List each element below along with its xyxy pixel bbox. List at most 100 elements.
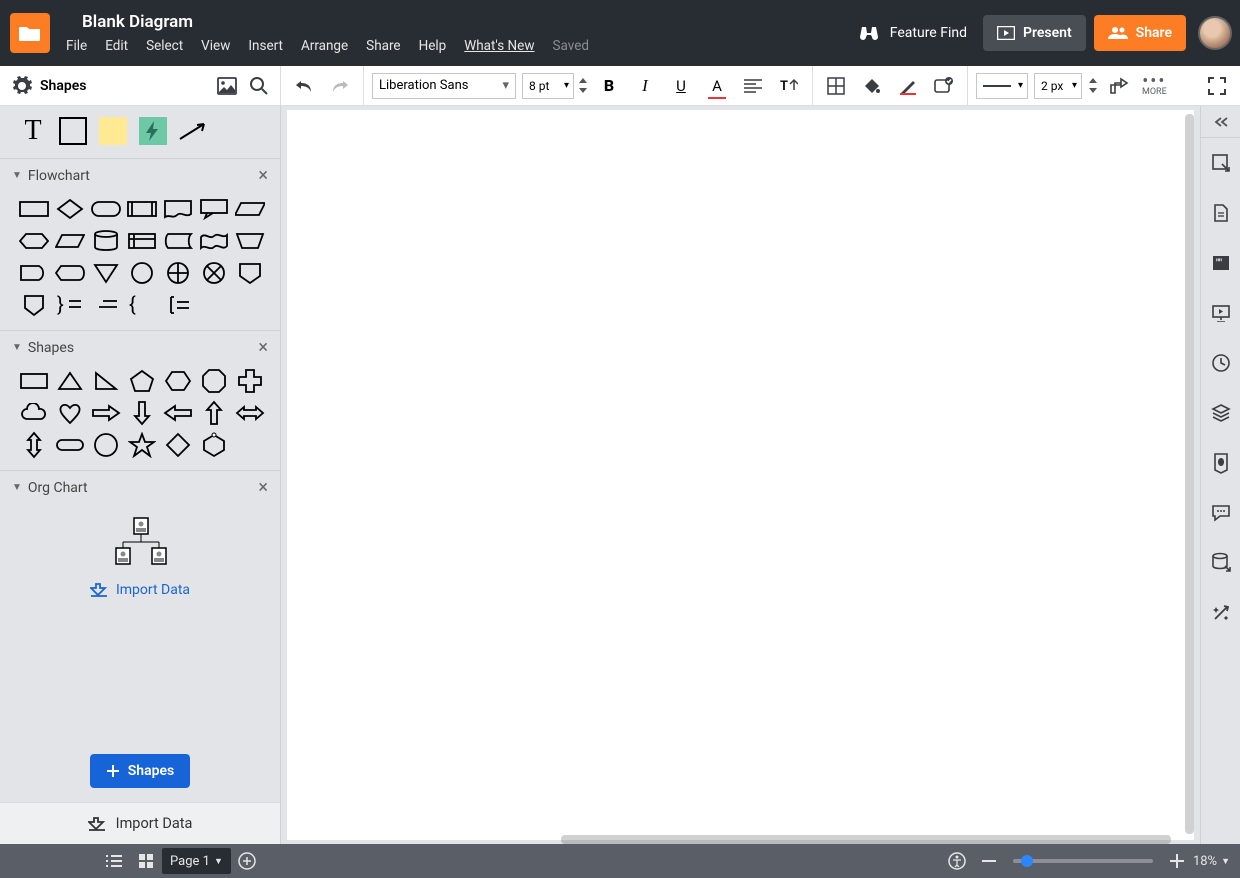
shape-parallelogram[interactable]	[54, 228, 86, 254]
rail-presentation-icon[interactable]	[1201, 288, 1240, 338]
shape-document[interactable]	[162, 196, 194, 222]
shape-arrow-ud[interactable]	[18, 432, 50, 458]
text-direction-button[interactable]: T	[774, 71, 804, 101]
shape-arrow-down[interactable]	[126, 400, 158, 426]
zoom-out-button[interactable]	[973, 844, 1005, 878]
shape-predefined[interactable]	[126, 196, 158, 222]
shape-data[interactable]	[234, 196, 266, 222]
shape-rectangle[interactable]	[18, 368, 50, 394]
shape-tape[interactable]	[198, 228, 230, 254]
orgchart-preview[interactable]	[0, 504, 280, 576]
underline-button[interactable]: U	[666, 71, 696, 101]
close-icon[interactable]: ×	[258, 477, 268, 498]
shape-process[interactable]	[18, 196, 50, 222]
grid-view-button[interactable]	[130, 844, 162, 878]
shape-brace-left[interactable]: {	[126, 292, 158, 318]
rail-data-icon[interactable]	[1201, 538, 1240, 588]
shape-delay[interactable]	[18, 260, 50, 286]
search-icon[interactable]	[244, 71, 274, 101]
close-icon[interactable]: ×	[258, 165, 268, 186]
shape-heart[interactable]	[54, 400, 86, 426]
import-data-bar[interactable]: Import Data	[0, 802, 280, 844]
shape-right-triangle[interactable]	[90, 368, 122, 394]
menu-share[interactable]: Share	[366, 38, 400, 54]
zoom-in-button[interactable]	[1161, 844, 1193, 878]
section-flowchart-header[interactable]: ▼ Flowchart ×	[0, 159, 280, 192]
shape-callout[interactable]	[198, 196, 230, 222]
line-routing-button[interactable]	[1104, 71, 1134, 101]
user-avatar[interactable]	[1198, 16, 1232, 50]
menu-whats-new[interactable]: What's New	[464, 38, 534, 54]
rail-comments-icon[interactable]	[1201, 488, 1240, 538]
close-icon[interactable]: ×	[258, 337, 268, 358]
rail-theme-icon[interactable]	[1201, 438, 1240, 488]
orgchart-import-link[interactable]: Import Data	[0, 576, 280, 612]
shape-pentagon[interactable]	[126, 368, 158, 394]
shape-arrow-right[interactable]	[90, 400, 122, 426]
menu-select[interactable]: Select	[146, 38, 183, 54]
menu-help[interactable]: Help	[419, 38, 447, 54]
share-button[interactable]: Share	[1094, 15, 1186, 51]
shape-database[interactable]	[90, 228, 122, 254]
rail-document-icon[interactable]	[1201, 188, 1240, 238]
line-width-select[interactable]: 2 px	[1034, 73, 1082, 99]
shape-bracket[interactable]	[162, 292, 194, 318]
shape-hexagon[interactable]	[18, 228, 50, 254]
rect-tool[interactable]	[56, 114, 90, 148]
redo-button[interactable]	[325, 71, 355, 101]
section-orgchart-header[interactable]: ▼ Org Chart ×	[0, 471, 280, 504]
shape-connector[interactable]	[126, 260, 158, 286]
shape-cross[interactable]	[234, 368, 266, 394]
section-shapes-header[interactable]: ▼ Shapes ×	[0, 331, 280, 364]
menu-file[interactable]: File	[66, 38, 87, 54]
fill-button[interactable]	[857, 71, 887, 101]
shape-brace-right[interactable]: }	[54, 292, 86, 318]
rail-magic-icon[interactable]	[1201, 588, 1240, 638]
zoom-value[interactable]: 18% ▼	[1193, 854, 1230, 869]
more-button[interactable]: ••• MORE	[1142, 75, 1167, 97]
shape-display[interactable]	[54, 260, 86, 286]
rail-history-icon[interactable]	[1201, 338, 1240, 388]
text-color-button[interactable]: A	[702, 71, 732, 101]
shape-options-button[interactable]	[929, 71, 959, 101]
shape-or[interactable]	[198, 260, 230, 286]
width-down[interactable]	[1088, 86, 1098, 94]
fullscreen-button[interactable]	[1202, 71, 1232, 101]
shape-off-connector[interactable]	[18, 292, 50, 318]
size-up[interactable]	[578, 77, 588, 85]
menu-arrange[interactable]: Arrange	[301, 38, 348, 54]
accessibility-button[interactable]	[941, 844, 973, 878]
shape-hexagon2[interactable]	[162, 368, 194, 394]
shape-terminator[interactable]	[90, 196, 122, 222]
italic-button[interactable]: I	[630, 71, 660, 101]
shape-decision[interactable]	[54, 196, 86, 222]
rail-quote-icon[interactable]: ""	[1201, 238, 1240, 288]
menu-insert[interactable]: Insert	[248, 38, 283, 54]
shape-stored[interactable]	[162, 228, 194, 254]
font-size-select[interactable]: 8 pt	[522, 73, 574, 99]
layout-grid-button[interactable]	[821, 71, 851, 101]
shape-cloud[interactable]	[18, 400, 50, 426]
menu-view[interactable]: View	[201, 38, 230, 54]
align-button[interactable]	[738, 71, 768, 101]
canvas[interactable]	[287, 110, 1194, 840]
list-view-button[interactable]	[98, 844, 130, 878]
action-tool[interactable]	[136, 114, 170, 148]
image-icon[interactable]	[212, 71, 242, 101]
rail-navigate-icon[interactable]	[1201, 138, 1240, 188]
zoom-slider[interactable]	[1013, 859, 1153, 863]
shape-diamond[interactable]	[162, 432, 194, 458]
app-logo[interactable]	[10, 13, 50, 53]
size-down[interactable]	[578, 86, 588, 94]
bold-button[interactable]: B	[594, 71, 624, 101]
menu-edit[interactable]: Edit	[105, 38, 128, 54]
line-color-button[interactable]	[893, 71, 923, 101]
shape-arrow-left[interactable]	[162, 400, 194, 426]
arrow-tool[interactable]	[176, 114, 210, 148]
note-tool[interactable]	[96, 114, 130, 148]
shape-star[interactable]	[126, 432, 158, 458]
shape-summing[interactable]	[162, 260, 194, 286]
present-button[interactable]: Present	[983, 15, 1086, 51]
line-style-select[interactable]	[976, 73, 1028, 99]
rail-layers-icon[interactable]	[1201, 388, 1240, 438]
